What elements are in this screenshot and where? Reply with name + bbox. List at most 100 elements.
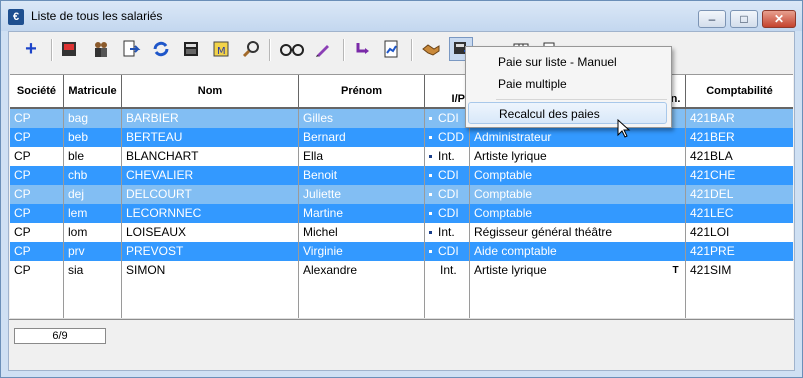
refresh-icon[interactable]	[149, 37, 173, 61]
table-row[interactable]: CP ble BLANCHART Ella Int. Artiste lyrique 421…	[10, 147, 793, 166]
close-icon: ✕	[773, 12, 785, 26]
badge-icon[interactable]: M	[209, 37, 233, 61]
menu-item-paie-sur-liste[interactable]: Paie sur liste - Manuel	[468, 51, 667, 73]
cell-text: Gilles	[303, 111, 334, 125]
cell-text: beb	[68, 130, 89, 144]
cell-text: CP	[14, 225, 31, 239]
cell-text: Comptable	[474, 168, 533, 182]
table-row[interactable]: CP sia SIMON Alexandre Int. Artiste lyrique T 4…	[10, 261, 793, 280]
cell-text: 421BAR	[690, 111, 735, 125]
cell-text: 421SIM	[690, 263, 732, 277]
bullet-icon	[429, 193, 432, 197]
bullet-icon	[429, 250, 432, 254]
column-header-societe[interactable]: Société	[10, 75, 64, 107]
table-row[interactable]: CP bag BARBIER Gilles CDI 421BAR	[10, 109, 793, 128]
bullet-icon	[429, 155, 432, 159]
menu-item-recalcul-des-paies[interactable]: Recalcul des paies	[468, 102, 667, 124]
cell-text: 421BLA	[690, 149, 733, 163]
cell-emploi: Artiste lyrique	[470, 147, 666, 166]
cell-ip: CDI	[425, 166, 470, 185]
cell-text: CP	[14, 111, 31, 125]
cell-emploi: Comptable	[470, 185, 666, 204]
cell-text: DELCOURT	[126, 187, 192, 201]
cell-nom: LECORNNEC	[122, 204, 299, 223]
cell-matricule: bag	[64, 109, 122, 128]
cell-text: BERTEAU	[126, 130, 183, 144]
column-header-matricule[interactable]: Matricule	[64, 75, 122, 107]
cell-matricule: sia	[64, 261, 122, 280]
cell-matricule: dej	[64, 185, 122, 204]
cell-nom: BLANCHART	[122, 147, 299, 166]
cell-emploi: Artiste lyrique	[470, 261, 666, 280]
cell-text: Juliette	[303, 187, 342, 201]
cell-text: Int.	[438, 149, 455, 163]
glasses-icon[interactable]	[277, 37, 307, 61]
empty-cell	[425, 299, 470, 318]
report-icon[interactable]	[379, 37, 403, 61]
cell-text: Int.	[438, 225, 455, 239]
empty-cell	[10, 299, 64, 318]
column-header-prenom[interactable]: Prénom	[299, 75, 425, 107]
menu-item-paie-multiple[interactable]: Paie multiple	[468, 73, 667, 95]
cell-text: dej	[68, 187, 85, 201]
cell-ip: CDI	[425, 109, 470, 128]
transfer-icon[interactable]	[351, 37, 375, 61]
cell-societe: CP	[10, 128, 64, 147]
table-row[interactable]: CP lem LECORNNEC Martine CDI Comptable 421LEC	[10, 204, 793, 223]
table-row[interactable]: CP beb BERTEAU Bernard CDD Administrateur 421B…	[10, 128, 793, 147]
cell-compta: 421BER	[686, 128, 793, 147]
cell-nom: DELCOURT	[122, 185, 299, 204]
cell-text: Benoit	[303, 168, 338, 182]
bullet-icon	[429, 174, 432, 178]
empty-cell	[299, 280, 425, 299]
context-menu: Paie sur liste - Manuel Paie multiple Re…	[465, 46, 672, 128]
cell-nom: CHEVALIER	[122, 166, 299, 185]
toolbar: + M TEXT	[9, 32, 794, 72]
cell-prenom: Martine	[299, 204, 425, 223]
empty-cell	[686, 280, 793, 299]
cell-compta: 421LOI	[686, 223, 793, 242]
column-header-comptabilite[interactable]: Comptabilité	[686, 75, 793, 107]
column-header-nom[interactable]: Nom	[122, 75, 299, 107]
export-icon[interactable]	[119, 37, 143, 61]
title-bar[interactable]: € Liste de tous les salariés – □ ✕	[1, 1, 802, 31]
table-row[interactable]: CP dej DELCOURT Juliette CDI Comptable 421DEL	[10, 185, 793, 204]
column-header-ip[interactable]: I/P	[425, 75, 470, 107]
cell-text: Artiste lyrique	[474, 263, 547, 277]
handshake-icon[interactable]	[419, 37, 443, 61]
cell-prenom: Michel	[299, 223, 425, 242]
empty-cell	[470, 280, 666, 299]
cell-text: CDI	[438, 168, 459, 182]
cell-text: PREVOST	[126, 244, 184, 258]
cell-text: CDI	[438, 111, 459, 125]
cell-text: Alexandre	[303, 263, 358, 277]
status-bar: 6/9	[9, 319, 794, 370]
cell-text: 421BER	[690, 130, 735, 144]
close-button[interactable]: ✕	[762, 10, 796, 28]
app-icon[interactable]: €	[8, 9, 24, 25]
pen-icon[interactable]	[311, 37, 335, 61]
table-row[interactable]: CP lom LOISEAUX Michel Int. Régisseur général…	[10, 223, 793, 242]
cell-flag	[666, 185, 686, 204]
calculator-icon[interactable]	[179, 37, 203, 61]
cell-nom: BERTEAU	[122, 128, 299, 147]
cell-text: 421DEL	[690, 187, 734, 201]
people-icon[interactable]	[89, 37, 113, 61]
cell-emploi: Administrateur	[470, 128, 666, 147]
search-icon[interactable]	[239, 37, 263, 61]
add-icon[interactable]: +	[19, 37, 43, 61]
empty-cell	[10, 280, 64, 299]
cell-compta: 421PRE	[686, 242, 793, 261]
table-row[interactable]: CP prv PREVOST Virginie CDI Aide comptable 421…	[10, 242, 793, 261]
cell-text: CP	[14, 206, 31, 220]
maximize-button[interactable]: □	[730, 10, 758, 28]
cell-compta: 421LEC	[686, 204, 793, 223]
print-icon[interactable]	[57, 37, 81, 61]
minimize-button[interactable]: –	[698, 10, 726, 28]
cell-text: chb	[68, 168, 88, 182]
cell-societe: CP	[10, 185, 64, 204]
cell-prenom: Benoit	[299, 166, 425, 185]
cell-compta: 421DEL	[686, 185, 793, 204]
mouse-cursor-icon	[617, 119, 631, 138]
table-row[interactable]: CP chb CHEVALIER Benoit CDI Comptable 421CHE	[10, 166, 793, 185]
